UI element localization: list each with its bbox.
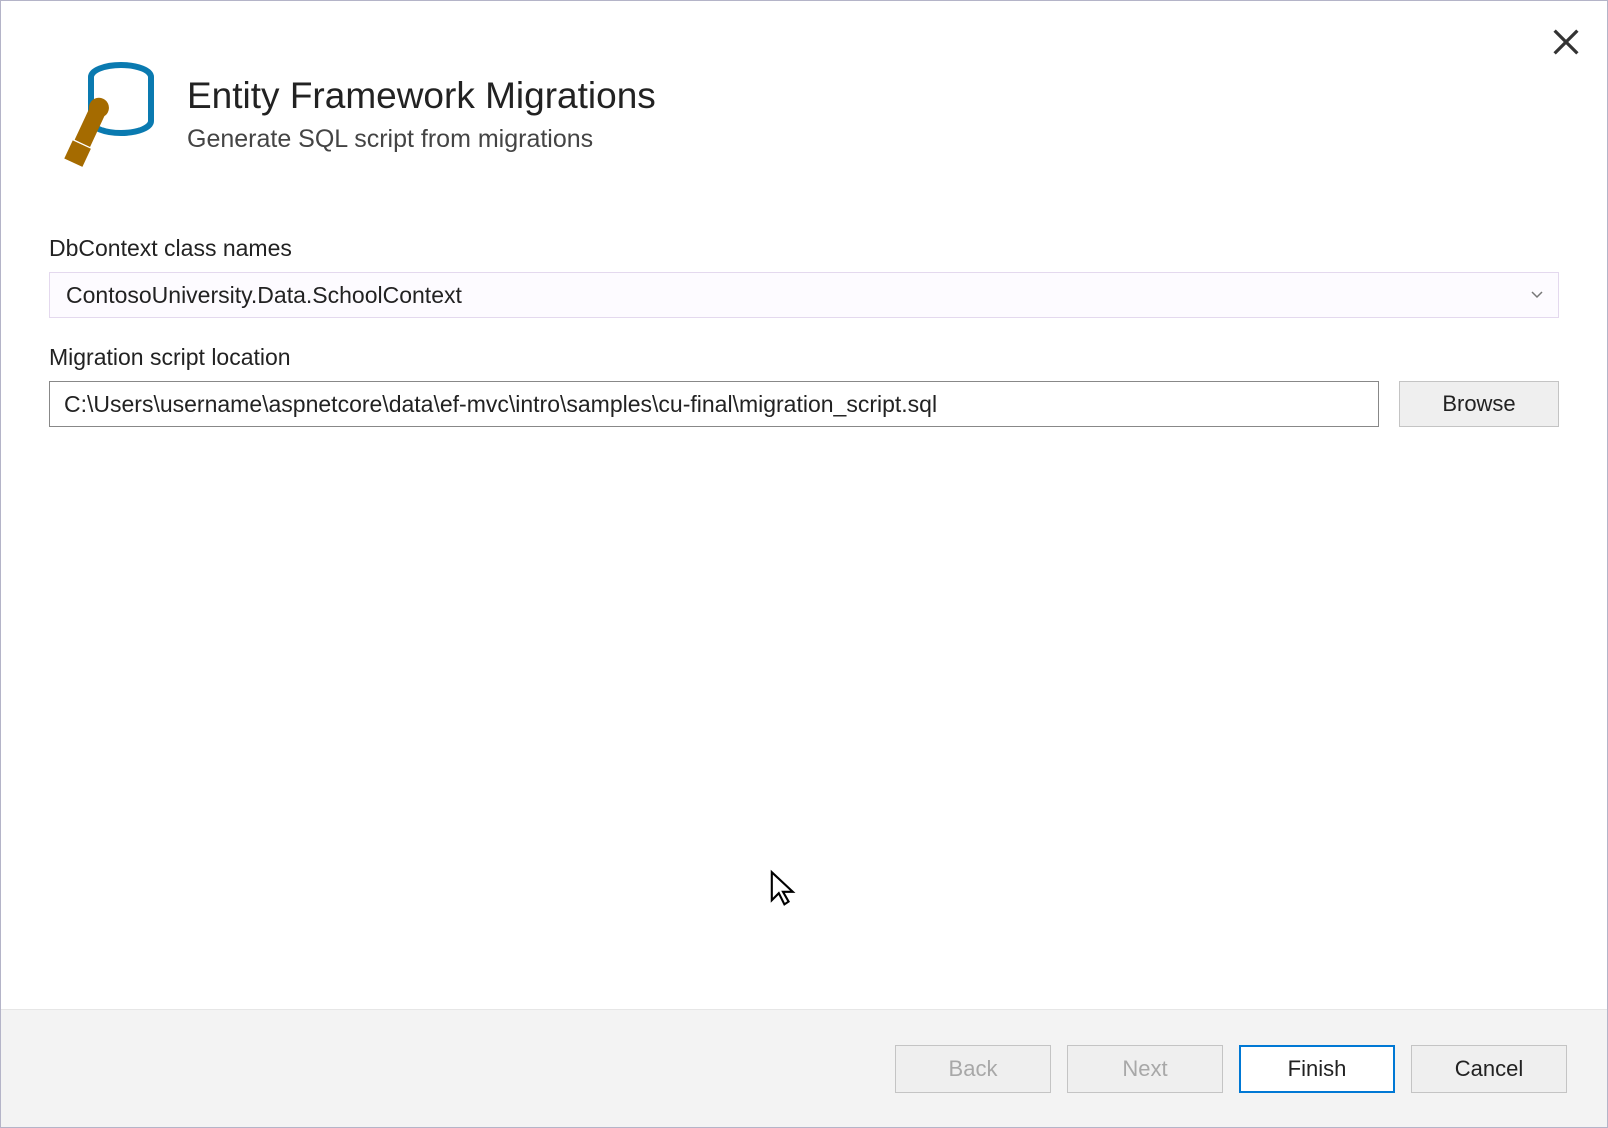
dbcontext-value: ContosoUniversity.Data.SchoolContext: [66, 282, 462, 309]
migrations-dialog: Entity Framework Migrations Generate SQL…: [0, 0, 1608, 1128]
close-button[interactable]: [1553, 29, 1579, 55]
location-label: Migration script location: [49, 344, 1559, 371]
cancel-button[interactable]: Cancel: [1411, 1045, 1567, 1093]
header-text: Entity Framework Migrations Generate SQL…: [187, 75, 656, 154]
dialog-subtitle: Generate SQL script from migrations: [187, 125, 656, 154]
location-row: Browse: [49, 381, 1559, 427]
location-input[interactable]: [49, 381, 1379, 427]
dialog-title: Entity Framework Migrations: [187, 75, 656, 117]
dbcontext-combobox[interactable]: ContosoUniversity.Data.SchoolContext: [49, 272, 1559, 318]
dialog-footer: Back Next Finish Cancel: [1, 1009, 1607, 1127]
next-button: Next: [1067, 1045, 1223, 1093]
close-icon: [1553, 29, 1579, 55]
dialog-body: DbContext class names ContosoUniversity.…: [1, 209, 1607, 1009]
dialog-header: Entity Framework Migrations Generate SQL…: [1, 1, 1607, 209]
dbcontext-label: DbContext class names: [49, 235, 1559, 262]
migrations-icon: [49, 59, 159, 169]
back-button: Back: [895, 1045, 1051, 1093]
finish-button[interactable]: Finish: [1239, 1045, 1395, 1093]
chevron-down-icon: [1530, 290, 1544, 300]
browse-button[interactable]: Browse: [1399, 381, 1559, 427]
